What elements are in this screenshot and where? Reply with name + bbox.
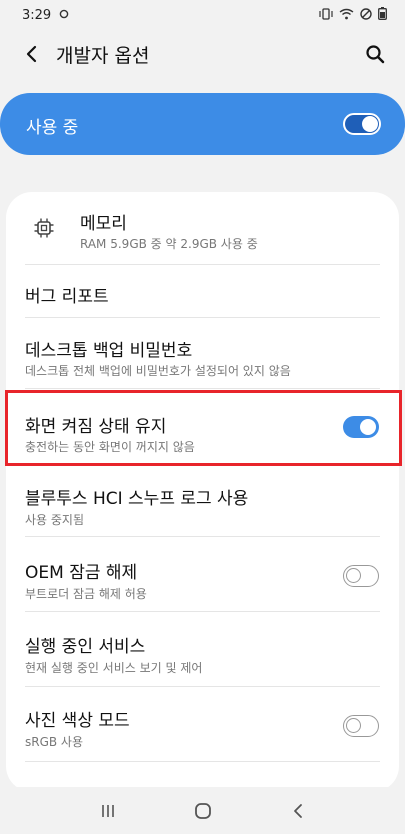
app-bar: 개발자 옵션 — [0, 30, 405, 78]
item-title: 블루투스 HCI 스누프 로그 사용 — [25, 489, 249, 509]
toggle-knob — [346, 568, 361, 583]
settings-list: 메모리 RAM 5.9GB 중 약 2.9GB 사용 중 버그 리포트 데스크톱… — [6, 192, 399, 792]
list-item-running-services[interactable]: 실행 중인 서비스 현재 실행 중인 서비스 보기 및 제어 — [6, 612, 399, 686]
master-switch-label: 사용 중 — [26, 118, 79, 138]
item-title: 데스크톱 백업 비밀번호 — [25, 341, 193, 361]
item-title: 실행 중인 서비스 — [25, 637, 146, 657]
vibrate-icon — [319, 7, 333, 23]
list-item-bluetooth-hci-log[interactable]: 블루투스 HCI 스누프 로그 사용 사용 중지됨 — [6, 464, 399, 536]
picture-color-mode-toggle[interactable] — [343, 715, 379, 737]
nav-back-icon — [293, 803, 302, 818]
status-time: 3:29 — [22, 7, 52, 23]
master-toggle[interactable] — [343, 113, 381, 135]
toggle-knob — [346, 718, 361, 733]
item-subtitle: RAM 5.9GB 중 약 2.9GB 사용 중 — [80, 237, 258, 251]
wifi-icon — [339, 8, 354, 23]
recents-button[interactable] — [88, 791, 128, 831]
navigation-bar — [0, 787, 405, 834]
item-title: 메모리 — [80, 214, 127, 234]
toggle-knob — [362, 116, 378, 132]
home-icon — [194, 802, 211, 819]
item-subtitle: 현재 실행 중인 서비스 보기 및 제어 — [25, 661, 203, 675]
home-button[interactable] — [183, 791, 223, 831]
nav-back-button[interactable] — [278, 791, 318, 831]
status-left: 3:29 — [22, 8, 69, 23]
item-subtitle: sRGB 사용 — [25, 735, 84, 749]
highlight-box — [5, 390, 402, 466]
item-title: 사진 색상 모드 — [25, 711, 130, 731]
page-title: 개발자 옵션 — [56, 45, 150, 67]
list-item-memory[interactable]: 메모리 RAM 5.9GB 중 약 2.9GB 사용 중 — [6, 192, 399, 264]
list-item-oem-unlock[interactable]: OEM 잠금 해제 부트로더 잠금 해제 허용 — [6, 537, 399, 611]
item-title: OEM 잠금 해제 — [25, 563, 138, 583]
list-item-desktop-backup-password[interactable]: 데스크톱 백업 비밀번호 데스크톱 전체 백업에 비밀번호가 설정되어 있지 않… — [6, 318, 399, 388]
chip-icon — [33, 217, 55, 243]
oem-unlock-toggle[interactable] — [343, 565, 379, 587]
list-item-picture-color-mode[interactable]: 사진 색상 모드 sRGB 사용 — [6, 687, 399, 761]
back-button[interactable] — [16, 38, 48, 70]
status-right — [319, 7, 387, 23]
search-icon — [366, 45, 385, 64]
status-bar: 3:29 — [0, 0, 405, 30]
notification-icon — [59, 8, 69, 23]
item-subtitle: 부트로더 잠금 해제 허용 — [25, 587, 147, 601]
list-item-bug-report[interactable]: 버그 리포트 — [6, 265, 399, 317]
item-title: 버그 리포트 — [25, 287, 109, 307]
battery-icon — [378, 7, 387, 23]
recents-icon — [101, 804, 114, 817]
item-subtitle: 데스크톱 전체 백업에 비밀번호가 설정되어 있지 않음 — [25, 364, 291, 378]
item-subtitle: 사용 중지됨 — [25, 513, 85, 527]
divider — [25, 761, 380, 762]
master-switch-bar[interactable]: 사용 중 — [0, 93, 405, 155]
dnd-icon — [360, 7, 372, 23]
back-arrow-icon — [26, 45, 37, 63]
search-button[interactable] — [359, 38, 391, 70]
